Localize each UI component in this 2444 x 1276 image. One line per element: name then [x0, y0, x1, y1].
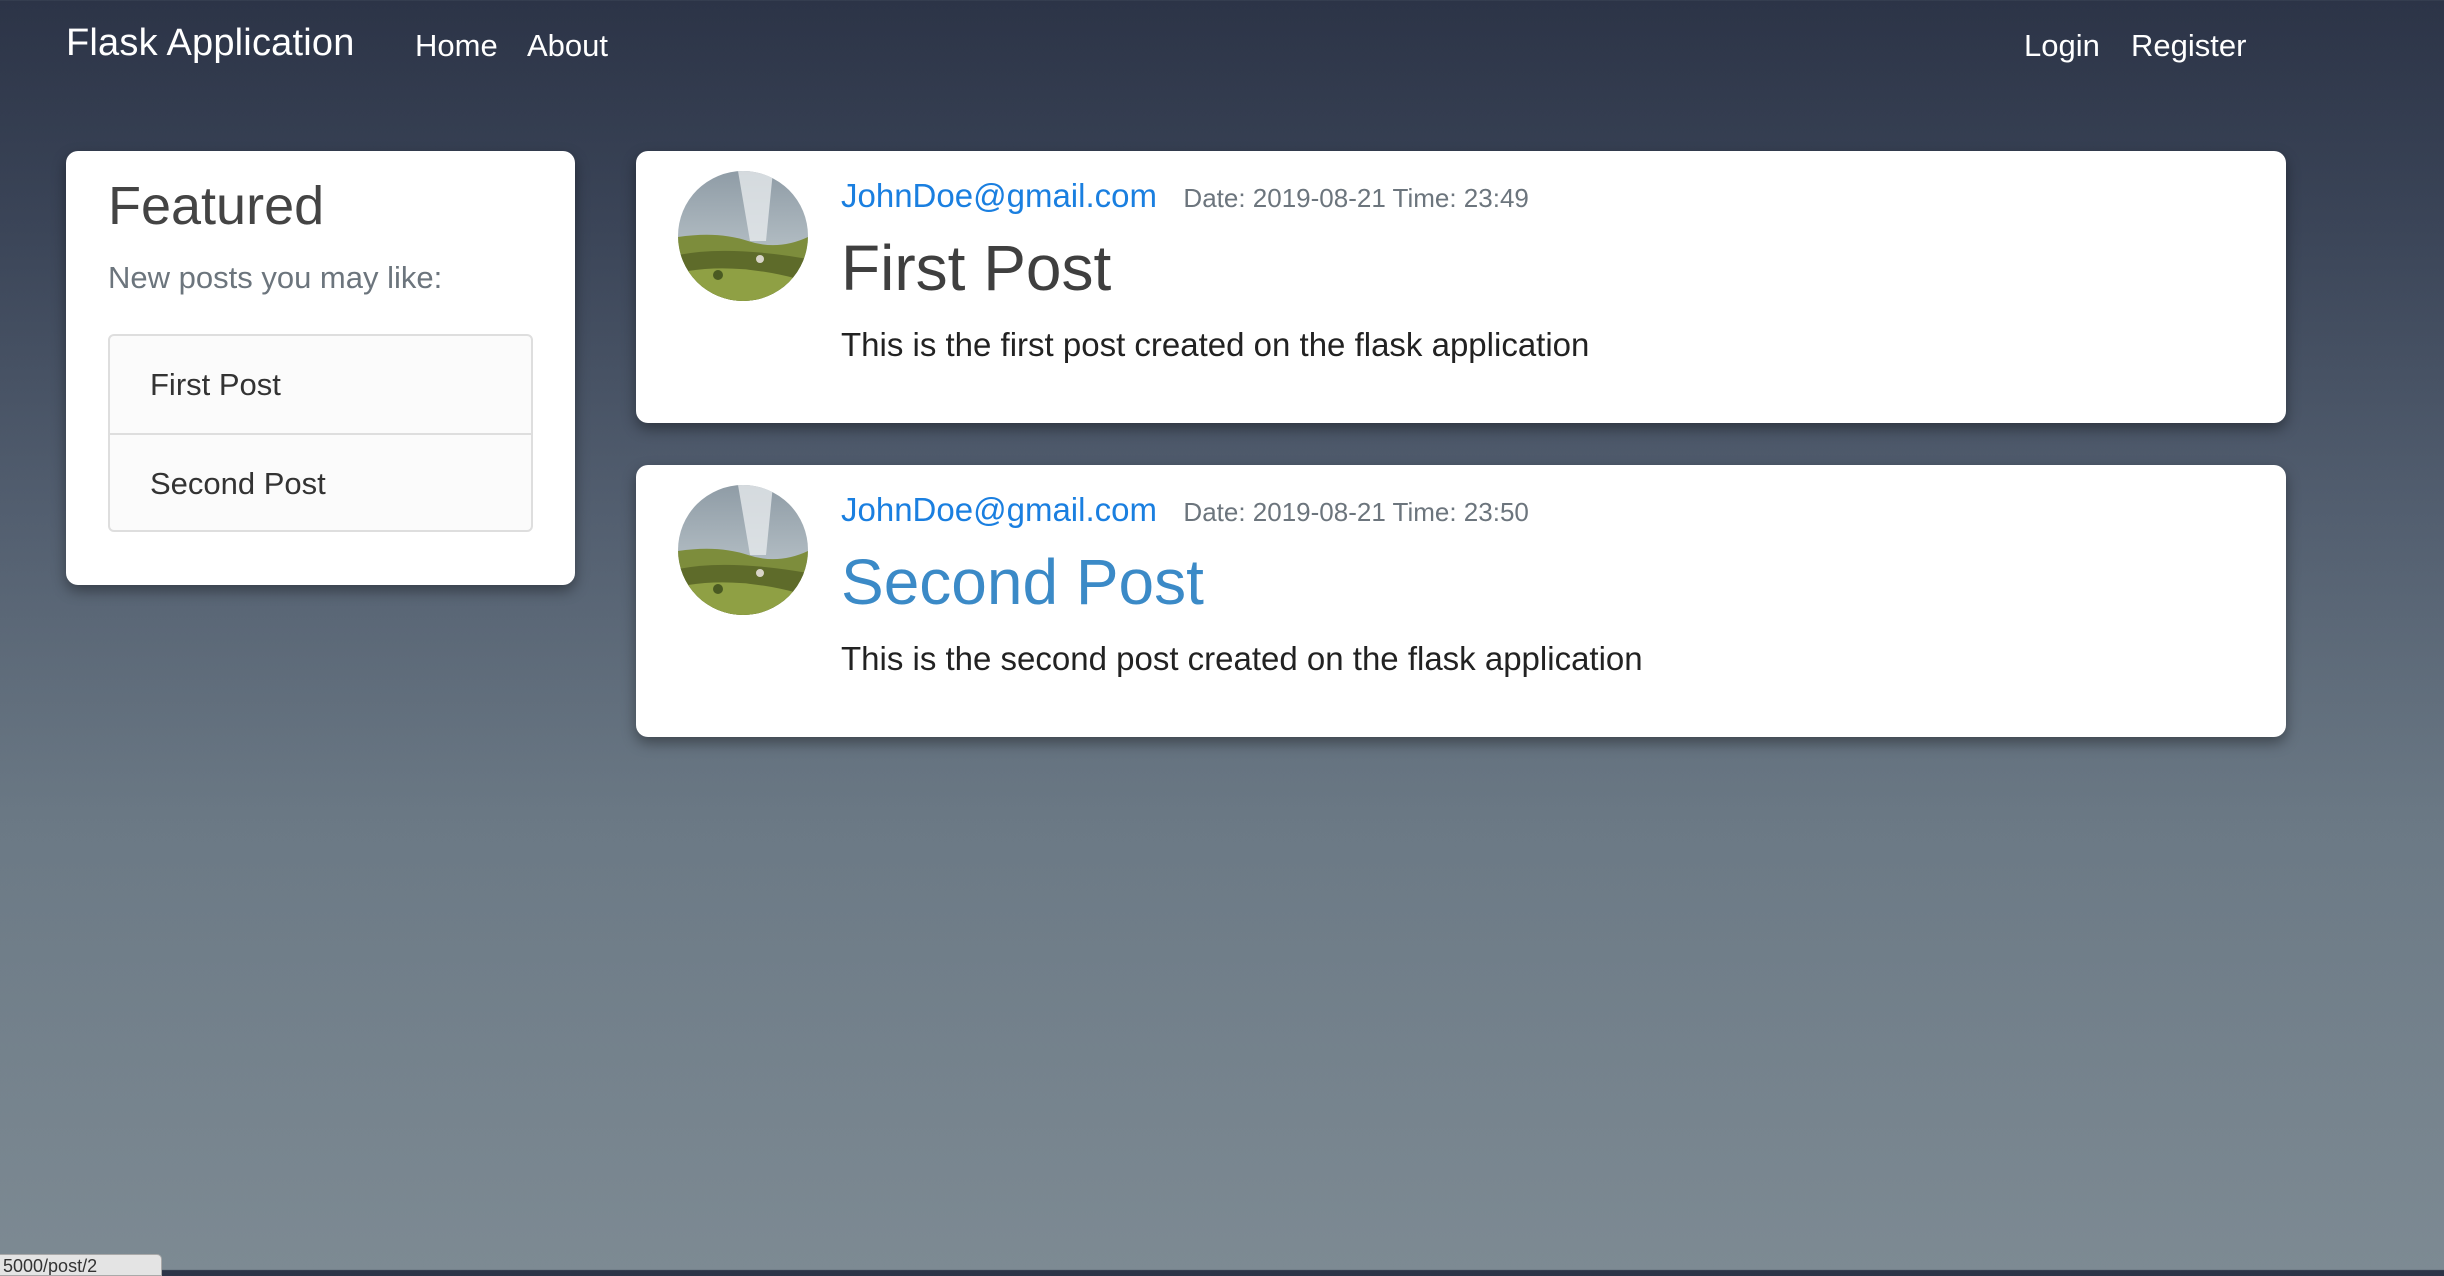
nav-login-link[interactable]: Login — [2024, 28, 2100, 64]
featured-item-first-post[interactable]: First Post — [110, 336, 531, 433]
author-avatar — [678, 171, 808, 301]
author-avatar — [678, 485, 808, 615]
nav-about-link[interactable]: About — [527, 28, 608, 64]
post-meta: JohnDoe@gmail.com Date: 2019-08-21 Time:… — [841, 177, 1529, 215]
browser-status-bar: 5000/post/2 — [0, 1254, 162, 1276]
sidebar-subtitle: New posts you may like: — [108, 260, 443, 295]
nav-register-link[interactable]: Register — [2131, 28, 2246, 64]
landscape-avatar-icon — [678, 485, 808, 615]
featured-item-second-post[interactable]: Second Post — [110, 433, 531, 530]
brand-link[interactable]: Flask Application — [66, 22, 355, 65]
navbar: Flask Application Home About Login Regis… — [0, 0, 2444, 96]
post-content: This is the first post created on the fl… — [841, 326, 1590, 363]
featured-list: First Post Second Post — [108, 334, 533, 532]
author-link[interactable]: JohnDoe@gmail.com — [841, 491, 1157, 528]
sidebar-title: Featured — [108, 176, 325, 236]
nav-home-link[interactable]: Home — [415, 28, 498, 64]
author-link[interactable]: JohnDoe@gmail.com — [841, 177, 1157, 214]
post-date: Date: 2019-08-21 Time: 23:50 — [1183, 497, 1529, 527]
post-date: Date: 2019-08-21 Time: 23:49 — [1183, 183, 1529, 213]
post-card: JohnDoe@gmail.com Date: 2019-08-21 Time:… — [636, 151, 2286, 423]
post-card: JohnDoe@gmail.com Date: 2019-08-21 Time:… — [636, 465, 2286, 737]
post-title-link[interactable]: Second Post — [841, 545, 1204, 619]
post-content: This is the second post created on the f… — [841, 640, 1643, 677]
featured-sidebar: Featured New posts you may like: First P… — [66, 151, 575, 585]
landscape-avatar-icon — [678, 171, 808, 301]
post-title-link[interactable]: First Post — [841, 231, 1111, 305]
post-meta: JohnDoe@gmail.com Date: 2019-08-21 Time:… — [841, 491, 1529, 529]
